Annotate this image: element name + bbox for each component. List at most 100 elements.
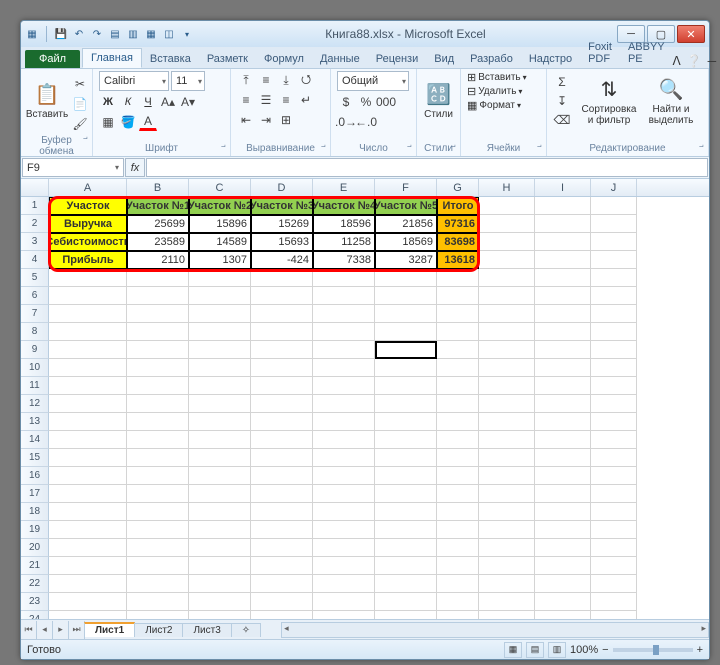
align-middle-button[interactable]: ≡ (257, 71, 275, 89)
row-header-1[interactable]: 1 (21, 197, 49, 215)
cell-C24[interactable] (189, 611, 251, 619)
cell-A14[interactable] (49, 431, 127, 449)
cell-G23[interactable] (437, 593, 479, 611)
cell-B12[interactable] (127, 395, 189, 413)
cell-G16[interactable] (437, 467, 479, 485)
column-header-G[interactable]: G (437, 179, 479, 196)
cell-J12[interactable] (591, 395, 637, 413)
row-header-16[interactable]: 16 (21, 467, 49, 485)
cell-F4[interactable]: 3287 (375, 251, 437, 269)
merge-button[interactable]: ⊞ (277, 111, 295, 129)
cell-G22[interactable] (437, 575, 479, 593)
minimize-ribbon-icon[interactable]: ᐱ (672, 54, 680, 68)
cell-E15[interactable] (313, 449, 375, 467)
cell-E17[interactable] (313, 485, 375, 503)
cell-H22[interactable] (479, 575, 535, 593)
cell-D10[interactable] (251, 359, 313, 377)
cell-D3[interactable]: 15693 (251, 233, 313, 251)
cell-H7[interactable] (479, 305, 535, 323)
tab-file[interactable]: Файл (25, 50, 80, 68)
cell-F13[interactable] (375, 413, 437, 431)
formula-input[interactable] (146, 158, 708, 177)
cell-B9[interactable] (127, 341, 189, 359)
cell-D20[interactable] (251, 539, 313, 557)
align-left-button[interactable]: ≡ (237, 91, 255, 109)
cell-D13[interactable] (251, 413, 313, 431)
cell-G2[interactable]: 97316 (437, 215, 479, 233)
cell-J16[interactable] (591, 467, 637, 485)
row-header-17[interactable]: 17 (21, 485, 49, 503)
cell-E20[interactable] (313, 539, 375, 557)
cell-E3[interactable]: 11258 (313, 233, 375, 251)
sheet-nav-first[interactable]: ⏮ (21, 621, 37, 639)
autosum-button[interactable]: Σ (553, 73, 571, 91)
cell-I11[interactable] (535, 377, 591, 395)
new-sheet-button[interactable]: ✧ (231, 623, 261, 637)
format-painter-icon[interactable]: 🖌 (71, 115, 89, 133)
row-header-14[interactable]: 14 (21, 431, 49, 449)
cell-G17[interactable] (437, 485, 479, 503)
cell-C6[interactable] (189, 287, 251, 305)
font-name-combo[interactable]: Calibri (99, 71, 169, 91)
cell-E19[interactable] (313, 521, 375, 539)
cell-G7[interactable] (437, 305, 479, 323)
help-icon[interactable]: ❔ (687, 54, 702, 68)
cell-B15[interactable] (127, 449, 189, 467)
column-header-H[interactable]: H (479, 179, 535, 196)
cell-G11[interactable] (437, 377, 479, 395)
row-header-21[interactable]: 21 (21, 557, 49, 575)
cell-C17[interactable] (189, 485, 251, 503)
cell-F15[interactable] (375, 449, 437, 467)
save-icon[interactable]: 💾 (54, 27, 68, 41)
row-header-10[interactable]: 10 (21, 359, 49, 377)
row-header-5[interactable]: 5 (21, 269, 49, 287)
cell-C5[interactable] (189, 269, 251, 287)
orientation-button[interactable]: ⭯ (297, 71, 315, 89)
cell-I13[interactable] (535, 413, 591, 431)
cell-F22[interactable] (375, 575, 437, 593)
select-all-button[interactable] (21, 179, 49, 196)
cell-C8[interactable] (189, 323, 251, 341)
cell-C20[interactable] (189, 539, 251, 557)
insert-cells-button[interactable]: ⊞Вставить ▾ (467, 71, 527, 84)
cell-F5[interactable] (375, 269, 437, 287)
cell-G9[interactable] (437, 341, 479, 359)
column-header-F[interactable]: F (375, 179, 437, 196)
percent-button[interactable]: % (357, 93, 375, 111)
cell-D21[interactable] (251, 557, 313, 575)
copy-icon[interactable]: 📄 (71, 95, 89, 113)
cell-I5[interactable] (535, 269, 591, 287)
cell-I12[interactable] (535, 395, 591, 413)
cell-B13[interactable] (127, 413, 189, 431)
grow-font-button[interactable]: A▴ (159, 93, 177, 111)
cell-H23[interactable] (479, 593, 535, 611)
cell-A1[interactable]: Участок (49, 197, 127, 215)
qat-dropdown[interactable]: ▾ (180, 27, 194, 41)
cell-A23[interactable] (49, 593, 127, 611)
paste-button[interactable]: 📋 Вставить (27, 71, 67, 131)
cell-G19[interactable] (437, 521, 479, 539)
cell-H21[interactable] (479, 557, 535, 575)
zoom-out-button[interactable]: − (602, 644, 608, 656)
cell-C19[interactable] (189, 521, 251, 539)
tab-addins[interactable]: Надстро (521, 50, 580, 68)
cell-B21[interactable] (127, 557, 189, 575)
cell-H3[interactable] (479, 233, 535, 251)
cell-A22[interactable] (49, 575, 127, 593)
cell-J23[interactable] (591, 593, 637, 611)
cell-F14[interactable] (375, 431, 437, 449)
cell-F21[interactable] (375, 557, 437, 575)
cell-J22[interactable] (591, 575, 637, 593)
cell-B5[interactable] (127, 269, 189, 287)
cell-A18[interactable] (49, 503, 127, 521)
cell-I7[interactable] (535, 305, 591, 323)
cell-A16[interactable] (49, 467, 127, 485)
cell-H14[interactable] (479, 431, 535, 449)
cell-A5[interactable] (49, 269, 127, 287)
cell-F16[interactable] (375, 467, 437, 485)
cell-A2[interactable]: Выручка (49, 215, 127, 233)
cell-F8[interactable] (375, 323, 437, 341)
row-header-24[interactable]: 24 (21, 611, 49, 619)
cell-A17[interactable] (49, 485, 127, 503)
undo-icon[interactable]: ↶ (72, 27, 86, 41)
